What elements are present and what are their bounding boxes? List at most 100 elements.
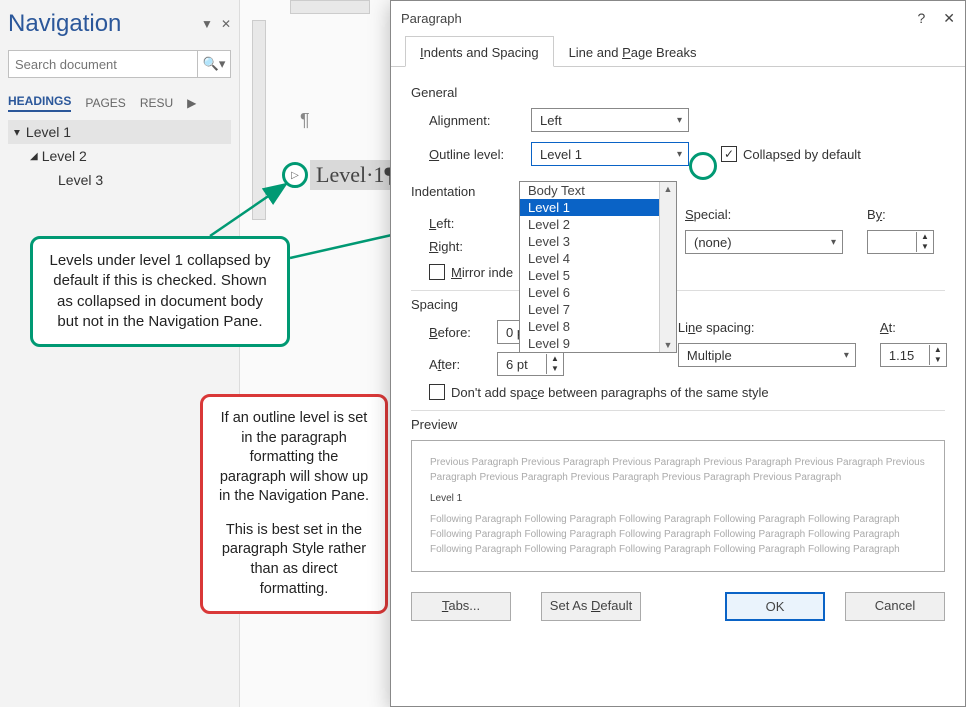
indent-by-input[interactable]: ▲▼ (867, 230, 934, 254)
dialog-title: Paragraph (401, 11, 462, 26)
preview-current: Level 1 (430, 491, 926, 506)
dialog-tabs: IIndents and Spacingndents and Spacing L… (391, 35, 965, 67)
nav-item-label: Level 3 (58, 172, 103, 188)
cancel-button[interactable]: Cancel (845, 592, 945, 621)
preview-following: Following Paragraph Following Paragraph … (430, 512, 926, 557)
at-label: At: (880, 320, 947, 335)
collapse-triangle-icon: ▷ (291, 170, 299, 181)
indentation-section-label: Indentation (411, 184, 945, 199)
outline-option[interactable]: Body Text (520, 182, 676, 199)
dialog-button-row: Tabs... Set As Default OK Cancel (391, 584, 965, 637)
outline-option[interactable]: Level 9 (520, 335, 676, 352)
paragraph-dialog: Paragraph ? ✕ IIndents and Spacingndents… (390, 0, 966, 707)
dropdown-icon: ▾ (831, 237, 836, 248)
spinner-up-icon[interactable]: ▲ (917, 232, 933, 242)
line-spacing-value: Multiple (687, 348, 732, 363)
callout-outline-explanation: If an outline level is set in the paragr… (200, 394, 388, 614)
mirror-indents-checkbox[interactable] (429, 264, 445, 280)
outline-option[interactable]: Level 3 (520, 233, 676, 250)
at-input[interactable]: 1.15▲▼ (880, 343, 947, 367)
ok-button[interactable]: OK (725, 592, 825, 621)
preview-previous: Previous Paragraph Previous Paragraph Pr… (430, 455, 926, 485)
tab-results[interactable]: RESU (140, 96, 173, 110)
special-select[interactable]: (none) ▾ (685, 230, 843, 254)
paragraph-mark-icon: ¶ (300, 110, 310, 131)
spacing-section-label: Spacing (411, 297, 945, 312)
callout-text: This is best set in the paragraph Style … (217, 521, 371, 599)
spinner-down-icon[interactable]: ▼ (547, 364, 563, 374)
outline-level-label: Outline level: (429, 147, 521, 162)
nav-item-label: Level 2 (42, 148, 87, 164)
nav-item-level3[interactable]: Level 3 (8, 168, 231, 192)
before-label: Before: (429, 325, 487, 340)
tabs-button[interactable]: Tabs... (411, 592, 511, 621)
callout-text: If an outline level is set in the paragr… (217, 409, 371, 507)
special-value: (none) (694, 235, 732, 250)
spacing-after-input[interactable]: 6 pt▲▼ (497, 352, 564, 376)
by-label: By: (867, 207, 934, 222)
outline-level-select[interactable]: Level 1 ▾ (531, 142, 689, 166)
expand-icon[interactable]: ◢ (30, 151, 38, 162)
preview-section-label: Preview (411, 417, 945, 432)
navigation-title-row: Navigation ▼ ✕ (8, 10, 231, 38)
spinner-up-icon[interactable]: ▲ (930, 345, 946, 355)
nav-tabs: HEADINGS PAGES RESU ▶ (8, 94, 231, 112)
document-heading-level1[interactable]: Level·1¶ (310, 160, 400, 190)
dropdown-icon: ▾ (844, 350, 849, 361)
dialog-close-icon[interactable]: ✕ (943, 10, 955, 27)
dropdown-icon: ▾ (677, 149, 682, 160)
pane-close-icon[interactable]: ✕ (221, 17, 231, 31)
headings-list: ▲ Level 1 ◢ Level 2 Level 3 (8, 120, 231, 192)
alignment-value: Left (540, 113, 562, 128)
outline-option[interactable]: Level 7 (520, 301, 676, 318)
outline-option[interactable]: Level 2 (520, 216, 676, 233)
preview-box: Previous Paragraph Previous Paragraph Pr… (411, 440, 945, 572)
spinner-down-icon[interactable]: ▼ (930, 355, 946, 365)
dont-add-space-label: Don't add space between paragraphs of th… (451, 385, 769, 400)
set-default-button[interactable]: Set As Default (541, 592, 641, 621)
line-spacing-label: Line spacing: (678, 320, 856, 335)
spinner-up-icon[interactable]: ▲ (547, 354, 563, 364)
spinner-down-icon[interactable]: ▼ (917, 242, 933, 252)
search-input[interactable] (9, 57, 197, 72)
general-section-label: General (411, 85, 945, 100)
navigation-title: Navigation (8, 10, 121, 38)
outline-option[interactable]: Level 8 (520, 318, 676, 335)
alignment-label: Alignment: (429, 113, 521, 128)
collapse-heading-indicator[interactable]: ▷ (282, 162, 308, 188)
pane-dropdown-icon[interactable]: ▼ (201, 17, 213, 31)
search-icon[interactable]: 🔍▾ (197, 51, 230, 77)
outline-option[interactable]: Level 1 (520, 199, 676, 216)
tab-indents-spacing[interactable]: IIndents and Spacingndents and Spacing (405, 36, 554, 67)
collapsed-checkbox[interactable]: ✓ (721, 146, 737, 162)
scroll-up-icon[interactable]: ▲ (664, 184, 673, 194)
dropdown-scrollbar[interactable]: ▲▼ (659, 182, 676, 352)
outline-option[interactable]: Level 5 (520, 267, 676, 284)
search-box[interactable]: 🔍▾ (8, 50, 231, 78)
after-label: After: (429, 357, 487, 372)
collapsed-label: Collapsed by default (743, 147, 861, 162)
ruler-vertical[interactable] (252, 20, 266, 220)
outline-option[interactable]: Level 4 (520, 250, 676, 267)
tab-line-page-breaks[interactable]: Line and Page Breaks (554, 36, 712, 67)
dont-add-space-checkbox[interactable] (429, 384, 445, 400)
outline-option[interactable]: Level 6 (520, 284, 676, 301)
outline-level-value: Level 1 (540, 147, 582, 162)
ruler-horizontal[interactable] (290, 0, 370, 14)
expand-icon[interactable]: ▲ (12, 127, 22, 138)
nav-item-level1[interactable]: ▲ Level 1 (8, 120, 231, 144)
indent-left-label: Left: (429, 216, 521, 231)
dropdown-icon: ▾ (677, 115, 682, 126)
dialog-help-icon[interactable]: ? (917, 10, 925, 27)
tab-headings[interactable]: HEADINGS (8, 94, 71, 112)
nav-item-label: Level 1 (26, 124, 71, 140)
scroll-down-icon[interactable]: ▼ (664, 340, 673, 350)
line-spacing-select[interactable]: Multiple ▾ (678, 343, 856, 367)
tab-pages[interactable]: PAGES (85, 96, 125, 110)
tab-overflow-icon[interactable]: ▶ (187, 96, 196, 110)
mirror-indents-label: Mirror inde (451, 265, 513, 280)
outline-level-dropdown[interactable]: Body Text Level 1 Level 2 Level 3 Level … (519, 181, 677, 353)
callout-collapsed-explanation: Levels under level 1 collapsed by defaul… (30, 236, 290, 347)
alignment-select[interactable]: Left ▾ (531, 108, 689, 132)
nav-item-level2[interactable]: ◢ Level 2 (8, 144, 231, 168)
